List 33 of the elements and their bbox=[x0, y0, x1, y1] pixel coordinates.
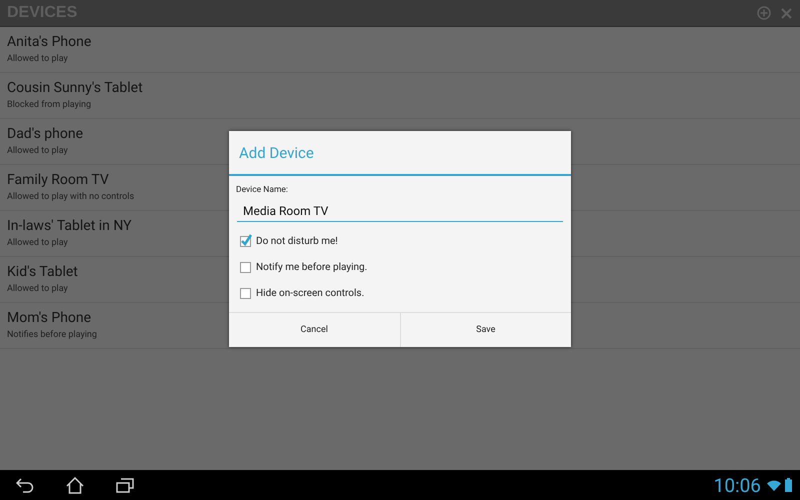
checkbox[interactable] bbox=[240, 262, 251, 272]
checkbox-label: Do not disturb me! bbox=[256, 236, 338, 246]
field-label: Device Name: bbox=[236, 185, 289, 195]
device-status: Allowed to play bbox=[7, 238, 68, 248]
cancel-button[interactable]: Cancel bbox=[229, 313, 400, 347]
device-name: Dad's phone bbox=[7, 125, 84, 143]
home-icon[interactable] bbox=[66, 476, 84, 494]
device-name-field[interactable]: Media Room TV bbox=[237, 200, 563, 222]
device-status: Allowed to play bbox=[7, 284, 68, 294]
clock: 10:06 bbox=[714, 474, 761, 496]
device-name: Kid's Tablet bbox=[7, 263, 78, 281]
device-status: Allowed to play bbox=[7, 146, 68, 156]
device-status: Allowed to play with no controls bbox=[7, 192, 134, 202]
dialog-title: Add Device bbox=[229, 131, 571, 176]
wifi-icon bbox=[767, 480, 781, 490]
device-status: Blocked from playing bbox=[7, 100, 92, 110]
device-name: Cousin Sunny's Tablet bbox=[7, 79, 143, 97]
battery-icon bbox=[785, 478, 792, 492]
checkbox[interactable] bbox=[240, 236, 251, 246]
checkbox-label: Notify me before playing. bbox=[256, 262, 368, 272]
device-name: Mom's Phone bbox=[7, 309, 92, 327]
device-name: In-laws' Tablet in NY bbox=[7, 217, 132, 235]
close-icon[interactable] bbox=[781, 8, 792, 18]
save-button[interactable]: Save bbox=[400, 313, 571, 347]
recent-apps-icon[interactable] bbox=[116, 478, 134, 492]
add-icon[interactable] bbox=[757, 6, 771, 20]
device-status: Notifies before playing bbox=[7, 330, 97, 340]
checkbox[interactable] bbox=[240, 288, 251, 298]
checkbox-label: Hide on-screen controls. bbox=[256, 288, 364, 298]
device-name: Family Room TV bbox=[7, 171, 109, 189]
back-icon[interactable] bbox=[16, 477, 34, 493]
device-name: Anita's Phone bbox=[7, 33, 92, 51]
device-status: Allowed to play bbox=[7, 54, 68, 64]
